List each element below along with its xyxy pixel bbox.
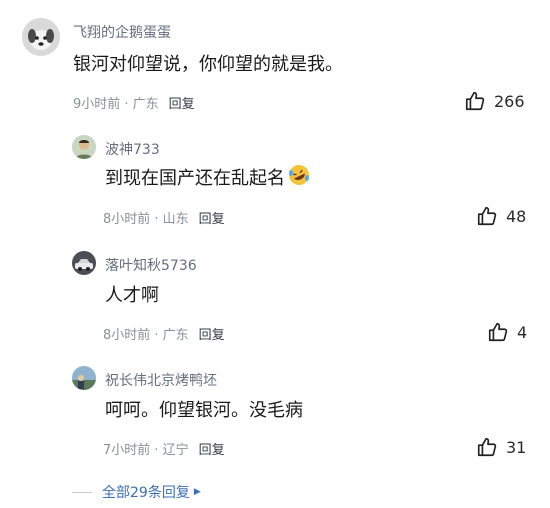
like-button[interactable]: 266 <box>464 90 525 112</box>
triangle-right-icon: ▶ <box>193 487 201 497</box>
reply-text: 到现在国产还在乱起名 <box>105 163 311 192</box>
comment-author[interactable]: 飞翔的企鹅蛋蛋 <box>73 22 171 42</box>
like-count: 266 <box>494 91 525 111</box>
show-all-replies-button[interactable]: 全部29条回复 ▶ <box>72 482 201 502</box>
like-button[interactable]: 48 <box>476 205 526 227</box>
reply-time-location: 7小时前 · 辽宁 <box>103 443 189 458</box>
comment-text: 银河对仰望说，你仰望的就是我。 <box>73 54 343 75</box>
scene-avatar[interactable] <box>72 366 96 390</box>
thumbs-up-icon <box>476 436 498 458</box>
dog-avatar[interactable] <box>22 18 60 56</box>
reply-author[interactable]: 落叶知秋5736 <box>105 255 197 275</box>
reply-button[interactable]: 回复 <box>199 439 225 458</box>
reply-text: 呵呵。仰望银河。没毛病 <box>105 400 303 421</box>
reply-button[interactable]: 回复 <box>199 324 225 343</box>
reply-text: 人才啊 <box>105 285 159 306</box>
like-button[interactable]: 31 <box>476 436 526 458</box>
thumbs-up-icon <box>487 321 509 343</box>
like-count: 48 <box>506 206 527 226</box>
rofl-emoji-icon <box>287 163 311 192</box>
reply-time-location: 8小时前 · 山东 <box>103 212 189 227</box>
reply-author[interactable]: 祝长伟北京烤鸭坯 <box>105 370 217 390</box>
like-count: 31 <box>506 437 527 457</box>
reply-text-content: 到现在国产还在乱起名 <box>105 168 285 189</box>
reply-meta: 7小时前 · 辽宁 回复 <box>103 439 225 458</box>
reply-button[interactable]: 回复 <box>169 93 195 112</box>
reply-time-location: 8小时前 · 广东 <box>103 328 189 343</box>
car-avatar[interactable] <box>72 251 96 275</box>
like-count: 4 <box>517 322 528 342</box>
like-button[interactable]: 4 <box>487 321 527 343</box>
reply-meta: 8小时前 · 广东 回复 <box>103 324 225 343</box>
thumbs-up-icon <box>476 205 498 227</box>
divider-line <box>72 491 92 493</box>
thumbs-up-icon <box>464 90 486 112</box>
reply-meta: 8小时前 · 山东 回复 <box>103 208 225 227</box>
comment-meta: 9小时前 · 广东 回复 <box>73 93 195 112</box>
reply-button[interactable]: 回复 <box>199 208 225 227</box>
show-all-replies-label: 全部29条回复 <box>102 485 190 501</box>
reply-author[interactable]: 波神733 <box>105 139 160 159</box>
comment-time-location: 9小时前 · 广东 <box>73 97 159 112</box>
person-avatar[interactable] <box>72 135 96 159</box>
